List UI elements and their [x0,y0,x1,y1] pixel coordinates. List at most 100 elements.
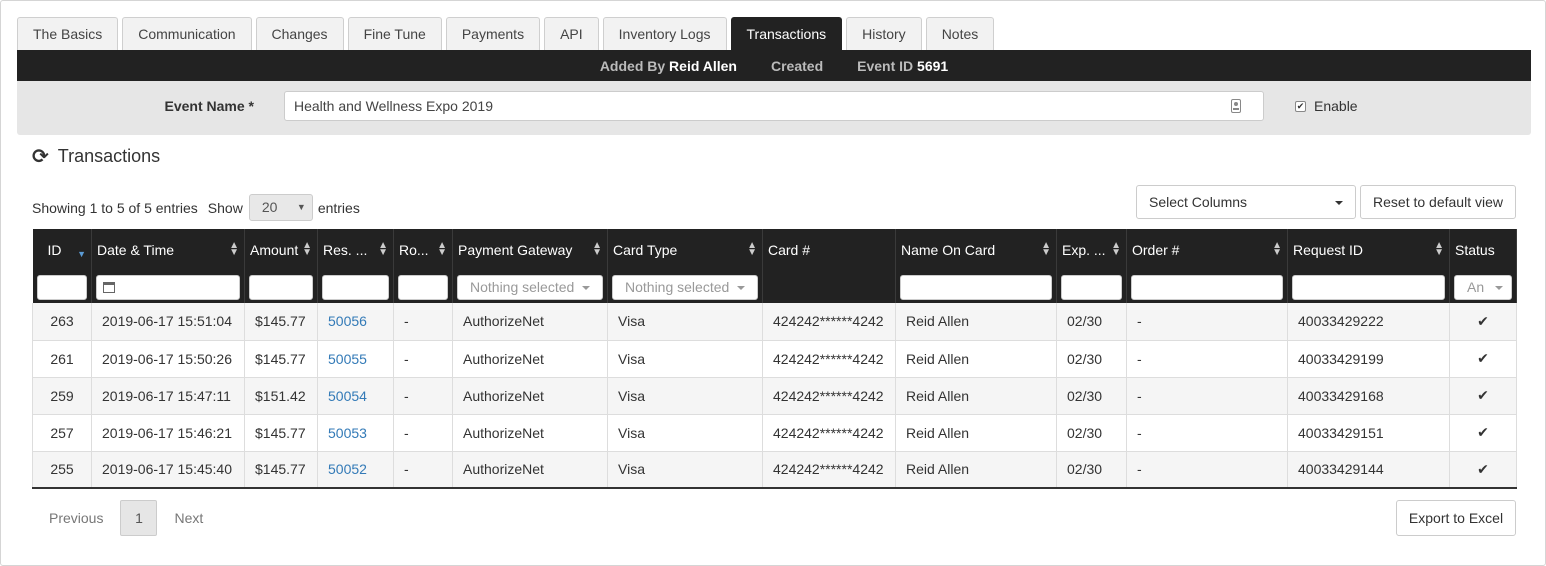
header-row: ID ▼ Date & Time ▲ ▼ Amount ▲ ▼ Res. ... ▲ ▼ Ro… [32,229,1517,271]
tab-notes[interactable]: Notes [925,17,995,50]
column-header-card-number[interactable]: Card # [762,229,896,271]
filter-status-select[interactable]: An [1454,274,1512,300]
check-icon: ✔ [1449,340,1517,378]
event-id-value: 5691 [917,57,949,74]
cell-name: Reid Allen [895,377,1057,415]
filter-name-input[interactable] [900,274,1052,300]
tab-the-basics[interactable]: The Basics [17,17,119,50]
filter-id-input[interactable] [36,274,87,300]
enable-label: Enable [1314,98,1358,114]
check-icon: ✔ [1449,451,1517,489]
cell-id: 263 [32,303,92,341]
column-header-status[interactable]: Status [1449,229,1517,271]
cell-request-id: 40033429151 [1287,414,1450,452]
cell-exp: 02/30 [1056,377,1127,415]
cell-id: 261 [32,340,92,378]
tab-fine-tune[interactable]: Fine Tune [347,17,442,50]
sort-icon: ▲ ▼ [1272,240,1282,258]
tab-payments[interactable]: Payments [445,17,541,50]
filter-card-type-select[interactable]: Nothing selected [612,274,758,300]
tab-api[interactable]: API [544,17,599,50]
select-columns-dropdown[interactable]: Select Columns [1136,185,1356,219]
reservation-link[interactable]: 50055 [328,351,367,367]
table-row: 263 2019-06-17 15:51:04 $145.77 50056 - … [32,303,1517,341]
cell-amount: $145.77 [244,451,318,489]
page-1-button[interactable]: 1 [120,500,158,536]
cell-name: Reid Allen [895,303,1057,341]
cell-exp: 02/30 [1056,303,1127,341]
cell-request-id: 40033429222 [1287,303,1450,341]
filter-exp-input[interactable] [1061,274,1122,300]
cell-gateway: AuthorizeNet [452,303,608,341]
filter-amount-input[interactable] [249,274,313,300]
column-header-name-on-card[interactable]: Name On Card ▲ ▼ [895,229,1057,271]
export-to-excel-button[interactable]: Export to Excel [1396,500,1516,536]
cell-amount: $151.42 [244,377,318,415]
entries-label: entries [317,199,360,216]
check-icon: ✔ [1449,303,1517,341]
reservation-link[interactable]: 50052 [328,461,367,477]
filter-datetime-input[interactable] [96,274,240,300]
section-title: Transactions [57,146,161,166]
page-size-select[interactable]: 20 ▼ [248,194,313,221]
cell-card-number: 424242******4242 [762,451,896,489]
cell-ro: - [393,451,453,489]
cell-request-id: 40033429199 [1287,340,1450,378]
next-page-link[interactable]: Next [157,510,220,526]
check-icon: ✔ [1449,414,1517,452]
tab-transactions[interactable]: Transactions [730,17,843,50]
sort-icon: ▲ ▼ [1041,240,1051,258]
column-header-res[interactable]: Res. ... ▲ ▼ [317,229,394,271]
filter-card-number-empty [762,271,896,303]
filter-payment-gateway-select[interactable]: Nothing selected [457,274,603,300]
reservation-link[interactable]: 50053 [328,425,367,441]
cell-id: 259 [32,377,92,415]
column-header-exp[interactable]: Exp. ... ▲ ▼ [1056,229,1127,271]
column-header-request-id[interactable]: Request ID ▲ ▼ [1287,229,1450,271]
table-row: 255 2019-06-17 15:45:40 $145.77 50052 - … [32,451,1517,489]
event-name-input[interactable]: Health and Wellness Expo 2019 [284,91,1264,121]
column-header-ro[interactable]: Ro... ▲ ▼ [393,229,453,271]
cell-card-type: Visa [607,303,763,341]
column-header-card-type[interactable]: Card Type ▲ ▼ [607,229,763,271]
chevron-down-icon [737,285,745,290]
cell-exp: 02/30 [1056,340,1127,378]
filter-order-input[interactable] [1131,274,1283,300]
cell-card-type: Visa [607,377,763,415]
cell-amount: $145.77 [244,303,318,341]
column-header-order[interactable]: Order # ▲ ▼ [1126,229,1288,271]
created-label: Created [770,57,824,74]
sort-desc-icon: ▼ [77,249,86,259]
cell-datetime: 2019-06-17 15:46:21 [91,414,245,452]
refresh-icon[interactable]: ⟳ [32,144,49,169]
enable-toggle[interactable]: ✔ Enable [1295,98,1358,114]
chevron-down-icon: ▼ [296,202,306,212]
chevron-down-icon [1495,285,1503,290]
tab-inventory-logs[interactable]: Inventory Logs [602,17,727,50]
previous-page-link[interactable]: Previous [32,510,120,526]
column-header-payment-gateway[interactable]: Payment Gateway ▲ ▼ [452,229,608,271]
tab-communication[interactable]: Communication [122,17,252,50]
filter-res-input[interactable] [322,274,389,300]
transactions-panel: The Basics Communication Changes Fine Tu… [0,0,1546,566]
tab-changes[interactable]: Changes [255,17,344,50]
calendar-icon[interactable] [103,281,115,293]
cell-gateway: AuthorizeNet [452,414,608,452]
show-label: Show [207,199,243,216]
column-header-datetime[interactable]: Date & Time ▲ ▼ [91,229,245,271]
contact-card-icon[interactable] [1231,99,1241,113]
event-id-label: Event ID [857,57,914,74]
filter-request-id-input[interactable] [1292,274,1445,300]
reservation-link[interactable]: 50054 [328,388,367,404]
filter-ro-input[interactable] [398,274,448,300]
cell-card-number: 424242******4242 [762,303,896,341]
reset-default-view-button[interactable]: Reset to default view [1360,185,1516,219]
event-name-label: Event Name * [164,98,254,114]
tab-history[interactable]: History [846,17,922,50]
reservation-link[interactable]: 50056 [328,313,367,329]
column-header-amount[interactable]: Amount ▲ ▼ [244,229,318,271]
enable-checkbox[interactable]: ✔ [1295,100,1306,112]
sort-icon: ▲ ▼ [1434,240,1444,258]
cell-datetime: 2019-06-17 15:45:40 [91,451,245,489]
column-header-id[interactable]: ID ▼ [32,229,92,271]
